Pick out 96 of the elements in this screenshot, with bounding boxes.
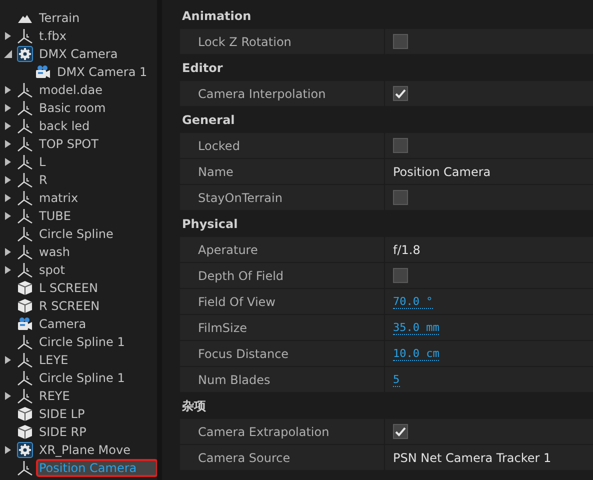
camera-icon [35, 64, 51, 80]
expand-arrow-icon[interactable] [4, 32, 12, 40]
cube-icon [17, 280, 33, 296]
camera-icon [17, 316, 33, 332]
tree-item[interactable]: Camera [37, 316, 88, 332]
axes-icon [17, 172, 33, 188]
axes-icon [17, 208, 33, 224]
expand-arrow-icon[interactable] [4, 356, 12, 364]
cube-icon [17, 298, 33, 314]
tree-item[interactable]: SIDE RP [37, 424, 88, 440]
tree-item[interactable]: Basic room [37, 100, 108, 116]
number-field[interactable]: 5 [393, 372, 400, 386]
tree-item[interactable]: LEYE [37, 352, 70, 368]
property-label: StayOnTerrain [198, 190, 282, 206]
expand-arrow-icon[interactable] [4, 104, 12, 112]
checkbox[interactable] [393, 86, 408, 101]
axes-icon [17, 244, 33, 260]
tree-item[interactable]: DMX Camera [37, 46, 120, 62]
axes-icon [17, 28, 33, 44]
tree-item[interactable]: L [37, 154, 48, 170]
tree-item[interactable]: DMX Camera 1 [55, 64, 150, 80]
axes-icon [17, 100, 33, 116]
tree-item[interactable]: TOP SPOT [37, 136, 100, 152]
property-label: Field Of View [198, 294, 276, 310]
checkbox[interactable] [393, 138, 408, 153]
expand-arrow-icon[interactable] [4, 158, 12, 166]
axes-icon [17, 460, 33, 476]
property-value[interactable]: PSN Net Camera Tracker 1 [393, 448, 552, 466]
axes-icon [17, 226, 33, 242]
expand-arrow-icon[interactable] [4, 140, 12, 148]
number-field[interactable]: 10.0 cm [393, 346, 440, 360]
property-label: Num Blades [198, 372, 270, 388]
expand-arrow-icon[interactable] [4, 194, 12, 202]
section-header[interactable]: Editor [182, 59, 223, 77]
tree-item[interactable]: wash [37, 244, 72, 260]
tree-item[interactable]: R [37, 172, 50, 188]
checkbox[interactable] [393, 190, 408, 205]
collapse-arrow-icon[interactable] [4, 50, 12, 58]
axes-icon [17, 334, 33, 350]
axes-icon [17, 388, 33, 404]
tree-item[interactable]: REYE [37, 388, 72, 404]
tree-item[interactable]: Circle Spline [37, 226, 116, 242]
axes-icon [17, 262, 33, 278]
gear-icon [17, 46, 33, 62]
checkbox[interactable] [393, 34, 408, 49]
tree-item[interactable]: XR_Plane Move [37, 442, 132, 458]
axes-icon [17, 370, 33, 386]
property-label: Name [198, 164, 234, 180]
expand-arrow-icon[interactable] [4, 446, 12, 454]
tree-item[interactable]: model.dae [37, 82, 105, 98]
tree-item[interactable]: SIDE LP [37, 406, 87, 422]
expand-arrow-icon[interactable] [4, 248, 12, 256]
property-label: Depth Of Field [198, 268, 284, 284]
property-label: Lock Z Rotation [198, 34, 292, 50]
number-field[interactable]: 35.0 mm [393, 320, 440, 334]
axes-icon [17, 154, 33, 170]
property-label: FilmSize [198, 320, 248, 336]
tree-item[interactable]: TUBE [37, 208, 73, 224]
tree-item[interactable]: back led [37, 118, 92, 134]
tree-item[interactable]: matrix [37, 190, 80, 206]
expand-arrow-icon[interactable] [4, 176, 12, 184]
axes-icon [17, 136, 33, 152]
number-field[interactable]: 70.0 ° [393, 294, 433, 308]
section-header[interactable]: 杂项 [182, 397, 206, 415]
tree-item[interactable]: Circle Spline 1 [37, 334, 127, 350]
axes-icon [17, 190, 33, 206]
expand-arrow-icon[interactable] [4, 212, 12, 220]
section-header[interactable]: General [182, 111, 235, 129]
axes-icon [17, 352, 33, 368]
checkbox[interactable] [393, 424, 408, 439]
axes-icon [17, 82, 33, 98]
tree-item[interactable]: L SCREEN [37, 280, 100, 296]
property-label: Camera Interpolation [198, 86, 326, 102]
property-label: Focus Distance [198, 346, 289, 362]
expand-arrow-icon[interactable] [4, 122, 12, 130]
expand-arrow-icon[interactable] [4, 392, 12, 400]
tree-item[interactable]: spot [37, 262, 67, 278]
tree-item[interactable]: t.fbx [37, 28, 68, 44]
cube-icon [17, 424, 33, 440]
expand-arrow-icon[interactable] [4, 86, 12, 94]
property-label: Locked [198, 138, 240, 154]
tree-item[interactable]: Terrain [37, 10, 82, 26]
section-header[interactable]: Physical [182, 215, 238, 233]
property-value[interactable]: Position Camera [393, 162, 491, 180]
section-header[interactable]: Animation [182, 7, 252, 25]
property-label: Camera Extrapolation [198, 424, 330, 440]
expand-arrow-icon[interactable] [4, 266, 12, 274]
cube-icon [17, 406, 33, 422]
axes-icon [17, 118, 33, 134]
property-label: Camera Source [198, 450, 290, 466]
gear-icon [17, 442, 33, 458]
tree-item[interactable]: Circle Spline 1 [37, 370, 127, 386]
property-label: Aperature [198, 242, 258, 258]
checkbox[interactable] [393, 268, 408, 283]
tree-item[interactable]: R SCREEN [37, 298, 102, 314]
property-value[interactable]: f/1.8 [393, 240, 420, 258]
